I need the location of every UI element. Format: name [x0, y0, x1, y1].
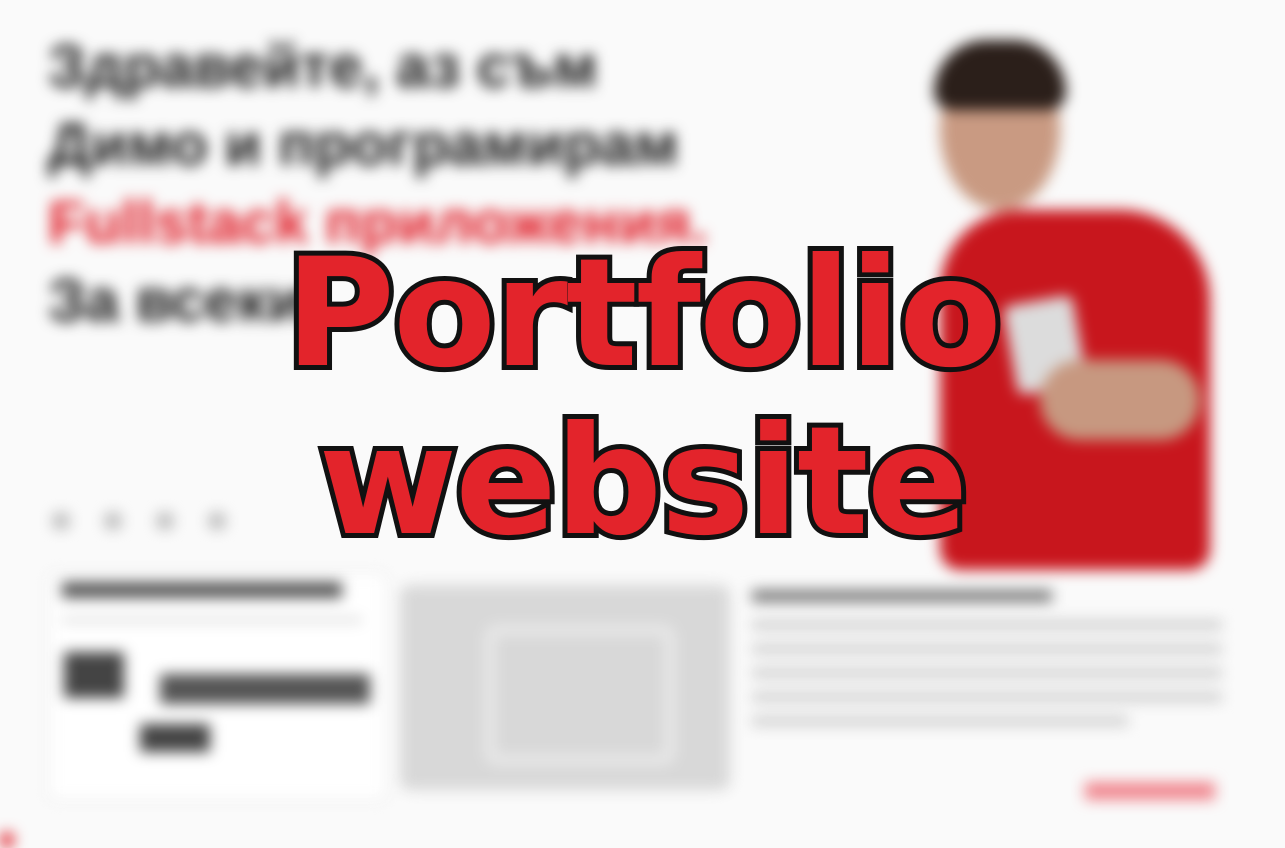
hero-line-1: Здравейте, аз съм — [48, 33, 598, 100]
description-title — [752, 590, 1052, 602]
title-line-2: website — [314, 393, 974, 571]
card-title — [62, 582, 342, 598]
card-divider — [62, 618, 362, 622]
thumbnail-title: Portfolio website — [0, 225, 1285, 571]
corner-mark — [0, 832, 14, 848]
description-line — [752, 692, 1222, 702]
read-more-link[interactable] — [1085, 782, 1215, 800]
title-line-1: Portfolio — [280, 225, 1007, 403]
card-block — [160, 674, 370, 704]
project-card[interactable] — [48, 572, 387, 801]
description-line — [752, 644, 1222, 654]
description-line — [752, 668, 1222, 678]
card-block — [140, 724, 210, 752]
description-block — [752, 590, 1222, 740]
image-placeholder — [400, 585, 730, 790]
hero-line-2: Димо и програмирам — [48, 111, 679, 178]
card-block — [64, 652, 124, 698]
image-icon — [485, 625, 675, 765]
description-line — [752, 716, 1128, 726]
description-line — [752, 620, 1222, 630]
person-hair — [934, 40, 1066, 110]
